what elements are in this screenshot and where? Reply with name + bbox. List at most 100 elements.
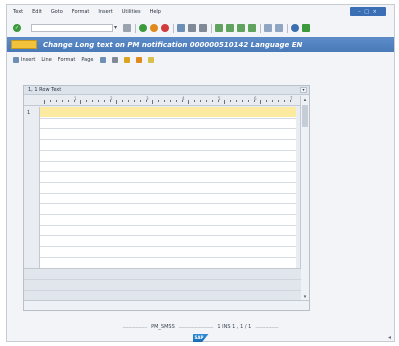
standard-toolbar: ✓ ▾	[7, 20, 394, 36]
status-divider: ----------------	[255, 324, 279, 330]
line-label: Line	[41, 56, 52, 63]
scroll-thumb[interactable]	[302, 105, 308, 127]
ruler-tick	[272, 100, 273, 102]
editor-empty-area	[24, 268, 301, 301]
find-icon[interactable]	[188, 24, 196, 32]
text-line	[40, 128, 296, 130]
insert-button[interactable]: Insert	[13, 56, 36, 63]
ruler-tick	[200, 100, 201, 102]
ruler-number: 4	[182, 96, 185, 101]
menu-text[interactable]: Text	[13, 9, 23, 15]
ruler: 1 2 3 4 5 6 7	[24, 96, 309, 106]
back-icon[interactable]	[139, 24, 147, 32]
ruler-tick	[170, 100, 171, 102]
paste-icon[interactable]	[123, 56, 130, 63]
enter-button[interactable]: ✓	[13, 24, 21, 32]
page-title: Change Long text on PM notification 0000…	[43, 40, 303, 49]
line-button[interactable]: Line	[41, 57, 51, 63]
cut-icon[interactable]	[99, 56, 106, 63]
divider	[24, 279, 301, 280]
format-label: Format	[57, 56, 76, 63]
format-button[interactable]: Format	[58, 57, 76, 63]
status-cursor: 1 INS 1 , 1 / 1	[217, 324, 252, 330]
menu-utilities[interactable]: Utilities	[122, 9, 141, 15]
menu-insert[interactable]: Insert	[98, 9, 112, 15]
sap-window: Text Edit Goto Format Insert Utilities H…	[6, 4, 395, 342]
first-page-icon[interactable]	[215, 24, 223, 32]
exit-icon[interactable]	[150, 24, 158, 32]
customize-layout-icon[interactable]	[302, 24, 310, 32]
ruler-tick	[164, 100, 165, 102]
ruler-tick	[50, 100, 51, 102]
divider	[24, 290, 301, 291]
text-area[interactable]	[40, 107, 296, 269]
title-bar: Change Long text on PM notification 0000…	[7, 37, 394, 52]
ruler-tick	[98, 100, 99, 102]
text-line	[40, 224, 296, 226]
vertical-scrollbar[interactable]: ▴ ▾	[300, 96, 309, 301]
ruler-tick	[68, 100, 69, 102]
text-line	[40, 181, 296, 183]
menu-bar: Text Edit Goto Format Insert Utilities H…	[7, 5, 394, 19]
text-line	[40, 203, 296, 205]
cancel-icon[interactable]	[161, 24, 169, 32]
status-bar: ----------------- PM_SMSS --------------…	[7, 322, 394, 332]
editor-header: 1, 1 Row Text ▾	[24, 86, 309, 95]
menu-edit[interactable]: Edit	[32, 9, 42, 15]
print-icon[interactable]	[177, 24, 185, 32]
next-page-icon[interactable]	[237, 24, 245, 32]
line-number-column: 1	[24, 107, 40, 268]
ruler-tick	[284, 100, 285, 102]
redo-icon[interactable]	[147, 56, 154, 63]
ruler-tick	[104, 100, 105, 102]
text-line	[40, 139, 296, 141]
current-line-highlight[interactable]	[40, 107, 296, 117]
collapse-arrow-icon[interactable]: ◂	[388, 334, 391, 341]
ruler-tick	[176, 100, 177, 102]
command-field[interactable]	[31, 24, 113, 32]
menu-help[interactable]: Help	[150, 9, 161, 15]
editor-menu-button[interactable]: ▾	[300, 87, 307, 93]
new-session-icon[interactable]	[264, 24, 272, 32]
ruler-tick	[80, 100, 81, 104]
ruler-tick	[194, 100, 195, 102]
ruler-number: 2	[110, 96, 113, 101]
find-next-icon[interactable]	[199, 24, 207, 32]
insert-label: Insert	[21, 56, 36, 63]
text-line	[40, 235, 296, 237]
window-controls[interactable]: – □ ×	[350, 7, 386, 16]
menu-format[interactable]: Format	[72, 9, 90, 15]
ruler-tick	[122, 100, 123, 102]
ruler-tick	[92, 100, 93, 102]
save-icon[interactable]	[123, 24, 131, 32]
copy-icon[interactable]	[111, 56, 118, 63]
title-tag-icon	[11, 40, 37, 49]
ruler-tick	[62, 100, 63, 102]
ruler-tick	[134, 100, 135, 102]
menu-goto[interactable]: Goto	[51, 9, 63, 15]
ruler-tick	[236, 100, 237, 102]
horizontal-scrollbar[interactable]	[24, 300, 309, 310]
help-icon[interactable]	[291, 24, 299, 32]
footer: SAP ◂	[7, 333, 394, 343]
last-page-icon[interactable]	[248, 24, 256, 32]
text-line	[40, 171, 296, 173]
ruler-tick	[242, 100, 243, 102]
text-line	[40, 214, 296, 215]
text-line	[40, 117, 296, 119]
undo-icon[interactable]	[135, 56, 142, 63]
status-system: PM_SMSS	[151, 324, 175, 330]
ruler-tick	[140, 100, 141, 102]
toolbar-separator	[260, 23, 261, 33]
command-dropdown-icon[interactable]: ▾	[114, 24, 120, 32]
text-line	[40, 149, 296, 151]
scroll-up-icon[interactable]: ▴	[302, 97, 308, 103]
shortcut-icon[interactable]	[275, 24, 283, 32]
text-line	[40, 246, 296, 248]
cursor-position-label: 1, 1 Row Text	[28, 87, 62, 93]
ruler-number: 7	[290, 96, 293, 101]
previous-page-icon[interactable]	[226, 24, 234, 32]
ruler-tick	[266, 100, 267, 102]
ruler-tick	[224, 100, 225, 104]
page-button[interactable]: Page	[81, 57, 93, 63]
